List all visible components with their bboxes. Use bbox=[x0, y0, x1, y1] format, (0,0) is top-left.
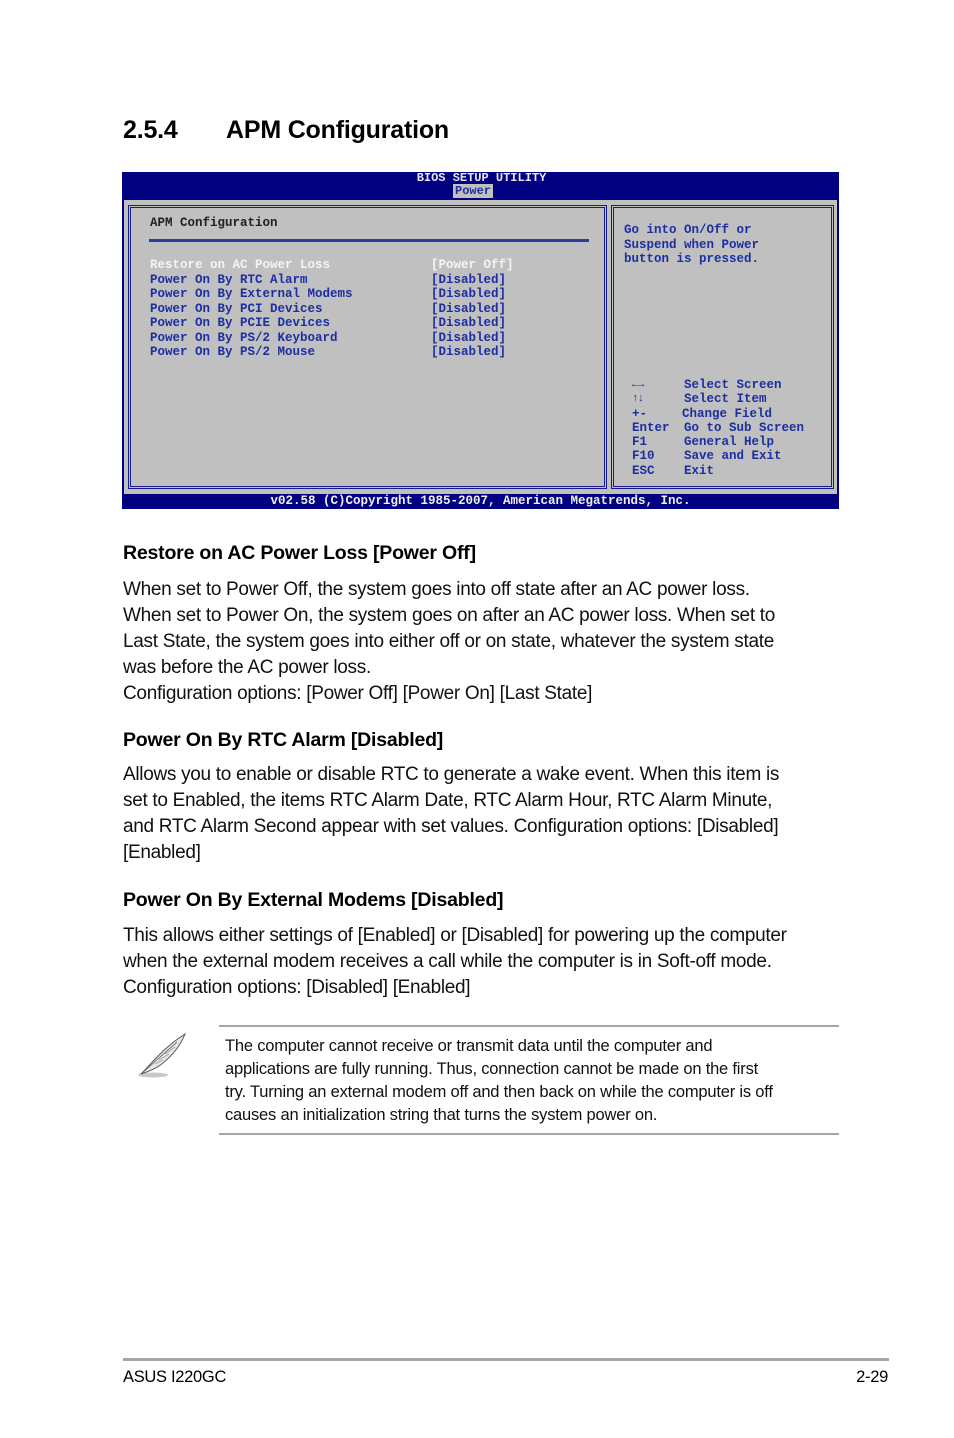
setting-value[interactable]: [Disabled] bbox=[431, 345, 506, 360]
setting-label: Power On By RTC Alarm bbox=[150, 272, 308, 287]
paragraph-line: When set to Power On, the system goes on… bbox=[123, 605, 776, 626]
item-body-rtc-alarm: Allows you to enable or disable RTC to g… bbox=[123, 762, 843, 866]
key-row: ↑↓ Select Item bbox=[632, 392, 804, 406]
key-legend: ←→ Select Screen ↑↓ Select Item +- Change F… bbox=[632, 378, 804, 478]
key-action: Select Screen bbox=[684, 378, 782, 392]
setting-value[interactable]: [Disabled] bbox=[431, 316, 506, 331]
setting-label: Power On By External Modems bbox=[150, 287, 353, 301]
paragraph-line: Configuration options: [Power Off] [Powe… bbox=[123, 683, 593, 704]
setting-row-pcie-devices[interactable]: Power On By PCIE Devices [Disabled] bbox=[150, 316, 514, 331]
key-action: Select Item bbox=[684, 392, 767, 407]
paragraph-line: Configuration options: [Disabled] [Enabl… bbox=[123, 977, 471, 998]
key-row: F1 General Help bbox=[632, 435, 804, 449]
paragraph-line: Allows you to enable or disable RTC to g… bbox=[123, 764, 780, 785]
bios-copyright: v02.58 (C)Copyright 1985-2007, American … bbox=[270, 494, 691, 508]
key-action: Change Field bbox=[682, 406, 773, 421]
key-action: General Help bbox=[684, 435, 775, 450]
setting-row-ps2-keyboard[interactable]: Power On By PS/2 Keyboard [Disabled] bbox=[150, 331, 514, 346]
paragraph-line: Last State, the system goes into either … bbox=[123, 631, 774, 652]
setting-label: Power On By PCIE Devices bbox=[150, 316, 331, 330]
setting-value[interactable]: [Disabled] bbox=[431, 287, 506, 302]
paragraph-line: This allows either settings of [Enabled]… bbox=[123, 925, 787, 946]
item-heading-rtc-alarm: Power On By RTC Alarm [Disabled] bbox=[123, 729, 444, 751]
item-heading-restore-ac-power-loss: Restore on AC Power Loss [Power Off] bbox=[123, 542, 476, 564]
bios-screenshot: BIOS SETUP UTILITY Power APM Configurati… bbox=[122, 172, 839, 509]
footer-page-number: 2-29 bbox=[856, 1368, 888, 1386]
setting-value[interactable]: [Disabled] bbox=[431, 302, 506, 317]
up-down-arrows-icon: ↑↓ bbox=[632, 393, 644, 406]
key-row: ←→ Select Screen bbox=[632, 378, 804, 392]
section-title: 2.5.4 APM Configuration bbox=[123, 116, 449, 145]
paragraph-line: set to Enabled, the items RTC Alarm Date… bbox=[123, 790, 773, 811]
paragraph-line: was before the AC power loss. bbox=[123, 657, 371, 678]
note-text: The computer cannot receive or transmit … bbox=[225, 1035, 835, 1127]
note-line: causes an initialization string that tur… bbox=[225, 1106, 658, 1124]
note-line: try. Turning an external modem off and t… bbox=[225, 1083, 773, 1101]
tab-power[interactable]: Power bbox=[453, 184, 494, 198]
setting-label: Restore on AC Power Loss bbox=[150, 258, 331, 272]
setting-label: Power On By PCI Devices bbox=[150, 301, 323, 316]
setting-label: Power On By PS/2 Keyboard bbox=[150, 330, 338, 345]
section-heading: APM Configuration bbox=[226, 116, 449, 144]
panel-heading: APM Configuration bbox=[150, 216, 278, 230]
paragraph-line: When set to Power Off, the system goes i… bbox=[123, 579, 750, 600]
key-action: Go to Sub Screen bbox=[684, 420, 805, 435]
setting-row-ps2-mouse[interactable]: Power On By PS/2 Mouse [Disabled] bbox=[150, 345, 514, 360]
setting-label: Power On By PS/2 Mouse bbox=[150, 345, 316, 359]
footer-rule bbox=[123, 1358, 889, 1361]
settings-list: Restore on AC Power Loss [Power Off] Powe… bbox=[150, 258, 514, 360]
note-top-rule bbox=[219, 1025, 839, 1027]
feather-pen-icon bbox=[133, 1030, 193, 1080]
panel-divider bbox=[149, 239, 589, 242]
bios-body: APM Configuration Restore on AC Power Lo… bbox=[124, 200, 837, 494]
key-row: F10 Save and Exit bbox=[632, 449, 804, 463]
key-row: ESC Exit bbox=[632, 464, 804, 478]
help-panel: Go into On/Off or Suspend when Power but… bbox=[611, 205, 834, 489]
setting-row-pci-devices[interactable]: Power On By PCI Devices [Disabled] bbox=[150, 302, 514, 317]
key-name: F1 bbox=[632, 435, 648, 450]
setting-row-external-modems[interactable]: Power On By External Modems [Disabled] bbox=[150, 287, 514, 302]
setting-value[interactable]: [Disabled] bbox=[431, 331, 506, 346]
setting-value[interactable]: [Disabled] bbox=[431, 273, 506, 288]
key-name: +- bbox=[632, 406, 648, 421]
key-name: Enter bbox=[632, 420, 670, 435]
footer-product: ASUS I220GC bbox=[123, 1368, 227, 1386]
left-right-arrows-icon: ←→ bbox=[632, 379, 644, 391]
key-row: Enter Go to Sub Screen bbox=[632, 421, 804, 435]
item-body-restore-ac-power-loss: When set to Power Off, the system goes i… bbox=[123, 577, 843, 707]
note-line: The computer cannot receive or transmit … bbox=[225, 1037, 713, 1055]
item-body-external-modems: This allows either settings of [Enabled]… bbox=[123, 923, 843, 1001]
key-action: Save and Exit bbox=[684, 449, 782, 464]
key-row: +- Change Field bbox=[632, 407, 804, 421]
section-number: 2.5.4 bbox=[123, 116, 178, 144]
help-text: Go into On/Off or Suspend when Power but… bbox=[624, 223, 760, 266]
note-line: applications are fully running. Thus, co… bbox=[225, 1060, 758, 1078]
settings-panel: APM Configuration Restore on AC Power Lo… bbox=[128, 205, 607, 489]
setting-row-rtc-alarm[interactable]: Power On By RTC Alarm [Disabled] bbox=[150, 273, 514, 288]
setting-value[interactable]: [Power Off] bbox=[431, 258, 514, 273]
item-heading-external-modems: Power On By External Modems [Disabled] bbox=[123, 889, 504, 911]
key-name: F10 bbox=[632, 449, 655, 464]
key-action: Exit bbox=[684, 463, 715, 478]
paragraph-line: [Enabled] bbox=[123, 842, 201, 863]
key-name: ESC bbox=[632, 463, 655, 478]
note-bottom-rule bbox=[219, 1133, 839, 1135]
paragraph-line: when the external modem receives a call … bbox=[123, 951, 772, 972]
setting-row-restore-ac-power-loss[interactable]: Restore on AC Power Loss [Power Off] bbox=[150, 258, 514, 273]
bios-title: BIOS SETUP UTILITY bbox=[416, 171, 547, 185]
paragraph-line: and RTC Alarm Second appear with set val… bbox=[123, 816, 779, 837]
